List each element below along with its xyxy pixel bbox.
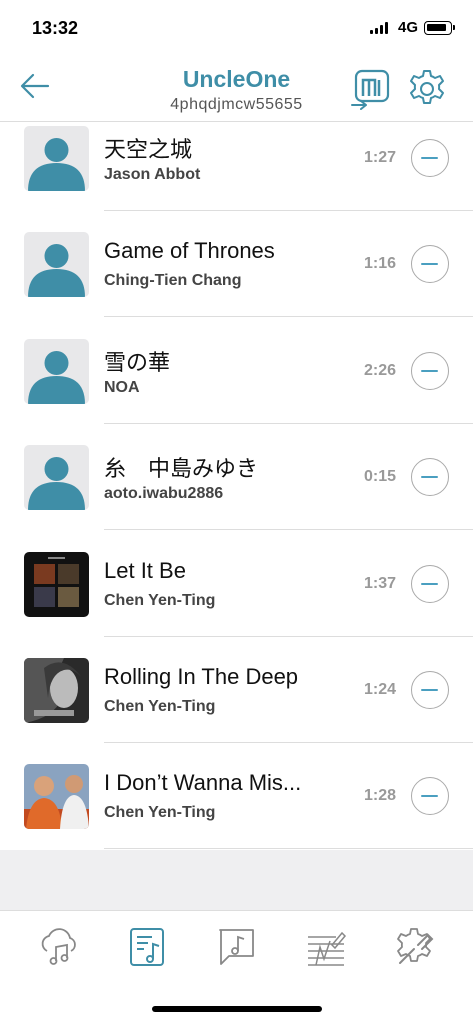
- chat-music-icon: [219, 929, 254, 965]
- tab-playlist[interactable]: [126, 925, 170, 969]
- remove-song-button[interactable]: [411, 671, 449, 709]
- signal-icon: [370, 22, 388, 34]
- album-cover: [24, 764, 89, 829]
- song-title: 雪の華: [104, 350, 171, 375]
- song-artist: Ching-Tien Chang: [104, 272, 242, 289]
- app-screen: 13:32 4G UncleOne 4phqdjmcw55655 天空之城 Ja…: [0, 0, 473, 1024]
- remove-song-button[interactable]: [411, 245, 449, 283]
- song-title: 天空之城: [104, 137, 193, 162]
- cloud-music-icon: [41, 928, 76, 965]
- status-time: 13:32: [32, 18, 79, 38]
- row-divider: [104, 742, 473, 743]
- song-title: Game of Thrones: [104, 238, 275, 263]
- tab-chat[interactable]: [215, 925, 259, 969]
- song-list[interactable]: 天空之城 Jason Abbot 1:27 Game of Thrones Ching-…: [0, 122, 473, 850]
- song-duration: 1:37: [363, 575, 396, 592]
- header: UncleOne 4phqdjmcw55655: [0, 50, 473, 122]
- song-duration: 1:27: [363, 149, 396, 166]
- song-duration: 1:28: [363, 787, 396, 804]
- list-footer-space: [0, 850, 473, 910]
- song-title: 糸 中島みゆき: [104, 456, 259, 481]
- song-row[interactable]: 天空之城 Jason Abbot 1:27: [0, 122, 473, 228]
- battery-icon: [424, 21, 455, 35]
- song-artist: Chen Yen-Ting: [104, 804, 216, 821]
- page-title: UncleOne: [182, 66, 291, 92]
- avatar-placeholder-icon: [24, 126, 89, 191]
- row-divider: [104, 210, 473, 211]
- song-row[interactable]: Let It Be Chen Yen-Ting 1:37: [0, 548, 473, 654]
- album-cover: [24, 658, 89, 723]
- room-code: 4phqdjmcw55655: [170, 96, 303, 113]
- remove-song-button[interactable]: [411, 352, 449, 390]
- avatar-placeholder-icon: [24, 232, 89, 297]
- song-artist: aoto.iwabu2886: [104, 485, 224, 502]
- row-divider: [104, 848, 473, 849]
- remove-song-button[interactable]: [411, 777, 449, 815]
- song-artist: Chen Yen-Ting: [104, 592, 216, 609]
- remove-song-button[interactable]: [411, 139, 449, 177]
- battery-fill: [427, 24, 446, 31]
- tab-cloud-music[interactable]: [37, 925, 81, 969]
- settings-tools-icon: [397, 928, 434, 964]
- gear-icon: [410, 70, 444, 104]
- song-duration: 0:15: [363, 468, 396, 485]
- row-divider: [104, 529, 473, 530]
- status-bar: 13:32 4G: [0, 0, 473, 50]
- song-row[interactable]: 雪の華 NOA 2:26: [0, 335, 473, 441]
- network-label: 4G: [398, 19, 419, 36]
- song-row[interactable]: I Don’t Wanna Mis... Chen Yen-Ting 1:28: [0, 760, 473, 850]
- song-row[interactable]: 糸 中島みゆき aoto.iwabu2886 0:15: [0, 441, 473, 547]
- song-artist: NOA: [104, 379, 140, 396]
- row-divider: [104, 636, 473, 637]
- exit-room-button[interactable]: [350, 68, 392, 110]
- playlist-icon: [130, 928, 164, 966]
- equalizer-icon: [308, 931, 347, 966]
- song-row[interactable]: Game of Thrones Ching-Tien Chang 1:16: [0, 228, 473, 334]
- tab-equalizer[interactable]: [304, 925, 348, 969]
- song-duration: 1:24: [363, 681, 396, 698]
- song-title: Let It Be: [104, 558, 186, 583]
- tab-bar: [0, 910, 473, 1024]
- remove-song-button[interactable]: [411, 458, 449, 496]
- song-artist: Jason Abbot: [104, 166, 201, 183]
- song-artist: Chen Yen-Ting: [104, 698, 216, 715]
- song-title: I Don’t Wanna Mis...: [104, 770, 302, 795]
- remove-song-button[interactable]: [411, 565, 449, 603]
- exit-room-icon: [351, 69, 390, 110]
- song-row[interactable]: Rolling In The Deep Chen Yen-Ting 1:24: [0, 654, 473, 760]
- row-divider: [104, 423, 473, 424]
- avatar-placeholder-icon: [24, 339, 89, 404]
- row-divider: [104, 316, 473, 317]
- settings-button[interactable]: [406, 68, 448, 110]
- song-duration: 2:26: [363, 362, 396, 379]
- tab-tools[interactable]: [392, 925, 436, 969]
- home-indicator: [152, 1006, 322, 1012]
- avatar-placeholder-icon: [24, 445, 89, 510]
- song-duration: 1:16: [363, 255, 396, 272]
- album-cover: [24, 552, 89, 617]
- song-title: Rolling In The Deep: [104, 664, 299, 689]
